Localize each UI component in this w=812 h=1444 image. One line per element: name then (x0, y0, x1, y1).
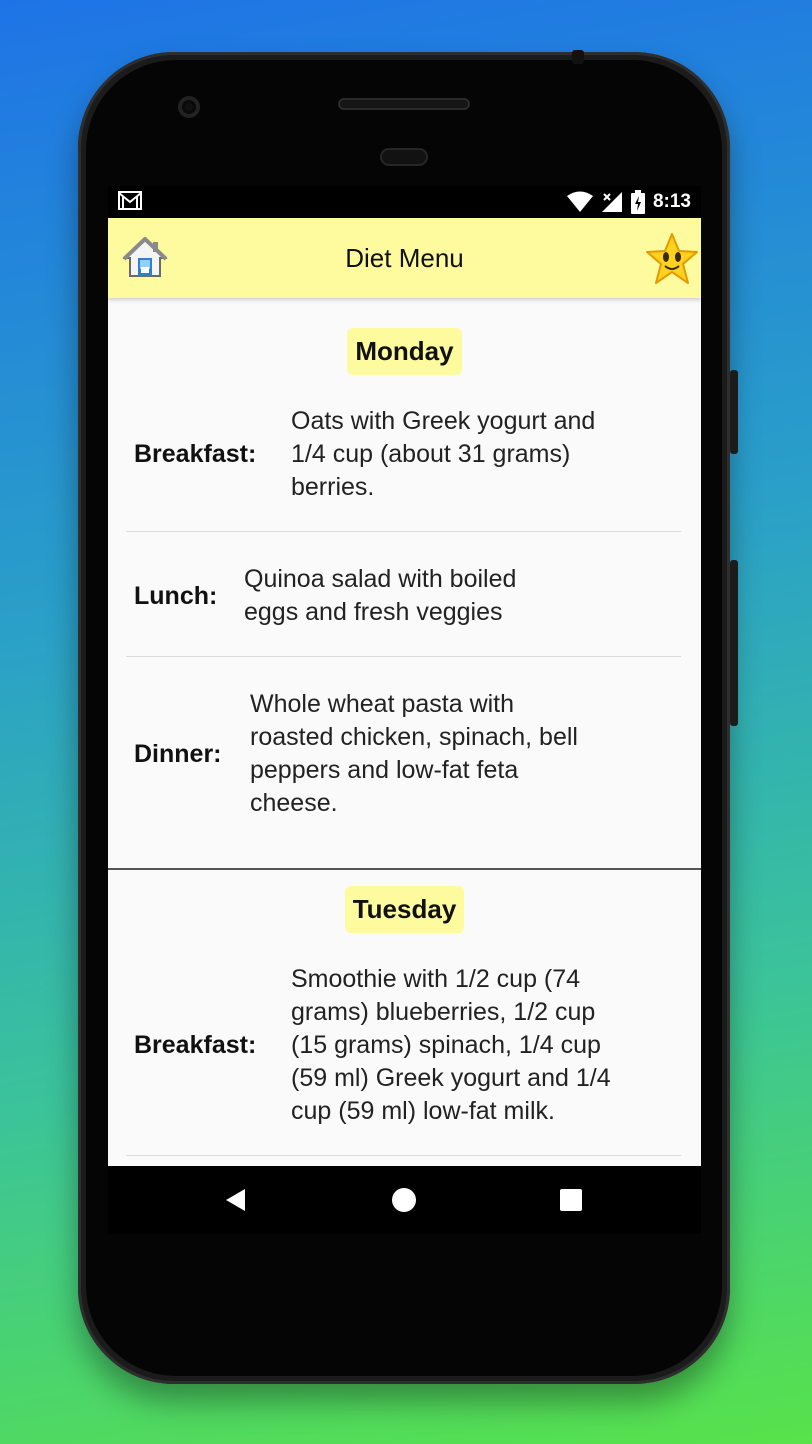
meal-description: Oats with Greek yogurt and 1/4 cup (abou… (291, 405, 595, 504)
status-bar: 8:13 (108, 186, 701, 218)
meal-line: cup (59 ml) low-fat milk. (291, 1096, 555, 1125)
wifi-icon (566, 191, 593, 212)
meal-description: Quinoa salad with boiled eggs and fresh … (244, 563, 516, 629)
meal-line: (15 grams) spinach, 1/4 cup (291, 1030, 601, 1059)
home-circle-icon[interactable] (376, 1166, 432, 1234)
front-camera (178, 96, 200, 118)
diet-list[interactable]: Monday Breakfast: Oats with Greek yogurt… (108, 298, 701, 1166)
meal-line: peppers and low-fat feta (250, 756, 519, 784)
meal-line: roasted chicken, spinach, bell (250, 723, 578, 751)
meal-row-breakfast: Breakfast: Smoothie with 1/2 cup (74 gra… (126, 960, 681, 1130)
earpiece-speaker (338, 98, 470, 110)
proximity-sensor (380, 148, 428, 166)
meal-label: Breakfast: (134, 1030, 257, 1059)
meal-line: (59 ml) Greek yogurt and 1/4 (291, 1063, 611, 1092)
day-header-tuesday: Tuesday (108, 886, 701, 933)
app-bar: Diet Menu (108, 218, 701, 298)
day-divider (108, 868, 701, 870)
day-header-monday: Monday (108, 328, 701, 375)
meal-line: grams) blueberries, 1/2 cup (291, 997, 596, 1026)
meal-line: Oats with Greek yogurt and (291, 406, 596, 435)
top-notch-button (572, 50, 584, 64)
meal-line: Quinoa salad with boiled (244, 565, 517, 593)
meal-label: Breakfast: (134, 439, 257, 468)
meal-line: eggs and fresh veggies (244, 598, 503, 626)
day-label: Monday (347, 328, 462, 375)
gmail-icon (118, 191, 142, 210)
meal-line: berries. (291, 472, 375, 501)
power-button (730, 370, 738, 454)
meal-line: cheese. (250, 789, 338, 817)
screen: 8:13 Diet Menu Monday Breakfast: Oats wi… (108, 186, 701, 1166)
meal-label: Lunch: (134, 581, 218, 610)
meal-row-lunch: Lunch: Quinoa salad with boiled eggs and… (126, 561, 681, 631)
back-icon[interactable] (208, 1166, 264, 1234)
no-signal-icon (601, 192, 622, 212)
meal-label: Dinner: (134, 739, 222, 768)
meal-description: Smoothie with 1/2 cup (74 grams) blueber… (291, 963, 611, 1128)
meal-line: 1/4 cup (about 31 grams) (291, 439, 571, 468)
day-label: Tuesday (344, 886, 465, 933)
meal-description: Whole wheat pasta with roasted chicken, … (250, 688, 578, 820)
meal-line: Whole wheat pasta with (250, 690, 515, 718)
battery-icon (630, 190, 645, 214)
row-divider (126, 1155, 681, 1156)
star-icon[interactable] (645, 232, 699, 286)
app-title: Diet Menu (345, 243, 464, 273)
meal-line: Smoothie with 1/2 cup (74 (291, 964, 581, 993)
meal-row-breakfast: Breakfast: Oats with Greek yogurt and 1/… (126, 402, 681, 506)
navigation-bar (108, 1166, 701, 1234)
row-divider (126, 531, 681, 532)
meal-row-dinner: Dinner: Whole wheat pasta with roasted c… (126, 686, 681, 822)
status-time: 8:13 (652, 191, 691, 212)
row-divider (126, 656, 681, 657)
recents-icon[interactable] (543, 1166, 599, 1234)
volume-button (730, 560, 738, 726)
